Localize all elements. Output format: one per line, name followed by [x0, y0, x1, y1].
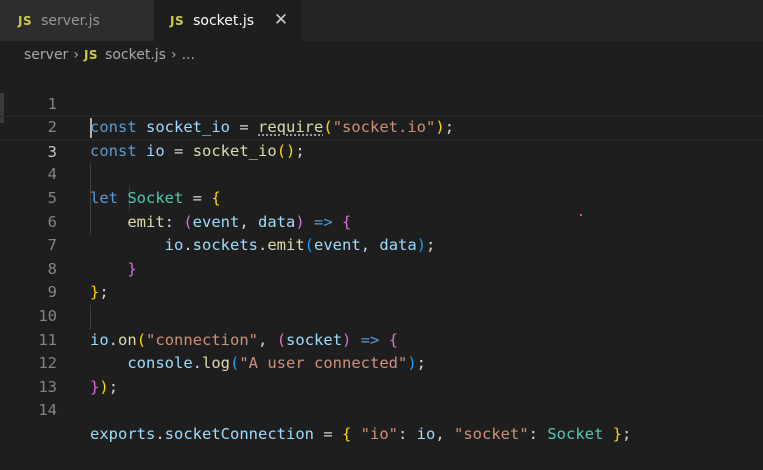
- breadcrumb-file[interactable]: socket.js: [105, 47, 166, 63]
- chevron-right-icon: ›: [73, 47, 79, 63]
- code-line: 11 console.log("A user connected");: [0, 305, 763, 373]
- code-line: 5 emit: (event, data) => {: [0, 163, 763, 231]
- code-line: 10 io.on("connection", (socket) => {: [0, 281, 763, 349]
- code-line: 13: [0, 352, 763, 396]
- breadcrumb-symbols[interactable]: ...: [182, 47, 195, 63]
- code-line: 8 };: [0, 234, 763, 302]
- code-line: 6 io.sockets.emit(event, data);: [0, 187, 763, 255]
- error-marker: [580, 214, 582, 216]
- line-number: 14: [38, 401, 57, 420]
- code-line-current: 3: [0, 116, 763, 161]
- code-line: 14 exports.socketConnection = { "io": io…: [0, 376, 763, 443]
- close-icon[interactable]: ✕: [272, 11, 290, 29]
- breadcrumb: server › JS socket.js › ...: [0, 41, 763, 69]
- tab-label: socket.js: [193, 12, 255, 29]
- code-line: 2 const io = socket_io();: [0, 93, 763, 160]
- chevron-right-icon: ›: [170, 47, 177, 63]
- js-file-icon: JS: [170, 13, 185, 28]
- code-text: exports.socketConnection = { "io": io, "…: [90, 424, 632, 443]
- code-line: 4 let Socket = {: [0, 140, 763, 207]
- tab-label: server.js: [41, 12, 100, 29]
- code-line: 1 const socket_io = require("socket.io")…: [0, 69, 763, 137]
- code-line: 9: [0, 258, 763, 301]
- tab-bar: JS server.js JS socket.js ✕: [0, 0, 763, 41]
- breadcrumb-folder[interactable]: server: [24, 47, 68, 63]
- code-line: 7 }: [0, 211, 763, 278]
- code-editor[interactable]: 1 const socket_io = require("socket.io")…: [0, 69, 763, 443]
- js-file-icon: JS: [83, 48, 99, 62]
- tab-socket-js[interactable]: JS socket.js ✕: [154, 0, 302, 41]
- js-file-icon: JS: [18, 13, 33, 28]
- tab-server-js[interactable]: JS server.js: [0, 0, 154, 41]
- text-cursor: [90, 118, 92, 139]
- code-line: 12 });: [0, 329, 763, 396]
